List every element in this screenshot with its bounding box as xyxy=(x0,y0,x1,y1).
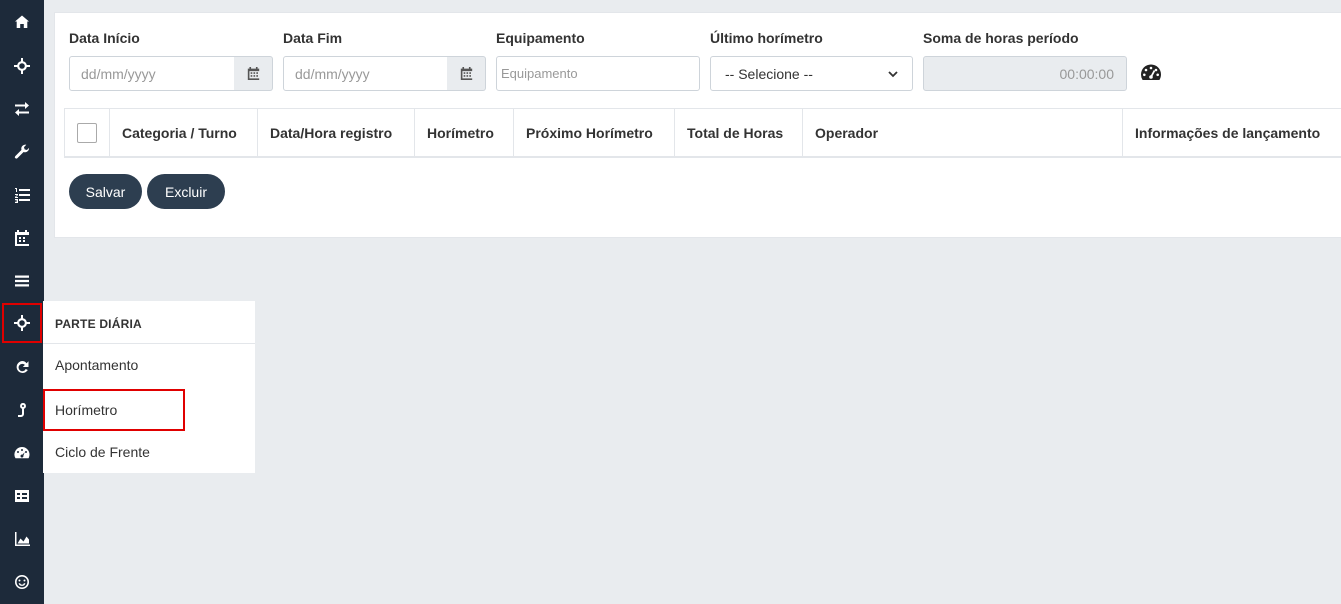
data-fim-label: Data Fim xyxy=(283,30,343,46)
soma-horas-field: 00:00:00 xyxy=(923,56,1127,91)
list-ol-icon[interactable] xyxy=(0,175,44,215)
menu-item-apontamento[interactable]: Apontamento xyxy=(43,344,255,386)
smile-icon[interactable] xyxy=(0,562,44,602)
column-header[interactable]: Próximo Horímetro xyxy=(513,109,675,157)
wrench-icon[interactable] xyxy=(0,132,44,172)
parte-diaria-menu: PARTE DIÁRIA Apontamento Horímetro Ciclo… xyxy=(43,301,255,473)
column-header[interactable]: Operador xyxy=(802,109,1123,157)
column-header[interactable]: Informações de lançamento xyxy=(1122,109,1341,157)
column-header[interactable]: Categoria / Turno xyxy=(109,109,258,157)
sidebar xyxy=(0,0,44,604)
redo-icon[interactable] xyxy=(0,347,44,387)
column-header[interactable]: Horímetro xyxy=(414,109,514,157)
dashboard-icon[interactable] xyxy=(0,433,44,473)
table-header: Categoria / Turno Data/Hora registro Hor… xyxy=(64,108,1341,158)
home-icon[interactable] xyxy=(0,2,44,42)
soma-horas-label: Soma de horas período xyxy=(923,30,1079,46)
data-inicio-label: Data Início xyxy=(69,30,140,46)
ultimo-horimetro-value: -- Selecione -- xyxy=(725,65,813,82)
calendar-icon[interactable] xyxy=(0,218,44,258)
bars-icon[interactable] xyxy=(0,261,44,301)
chevron-down-icon xyxy=(888,70,898,77)
menu-item-ciclo-de-frente[interactable]: Ciclo de Frente xyxy=(43,431,255,473)
select-all-cell xyxy=(64,109,110,157)
column-header[interactable]: Data/Hora registro xyxy=(257,109,415,157)
crosshair-icon[interactable] xyxy=(0,46,44,86)
menu-title: PARTE DIÁRIA xyxy=(55,317,142,331)
exchange-icon[interactable] xyxy=(0,89,44,129)
dashboard-icon[interactable] xyxy=(1140,63,1162,83)
horimetro-panel: Data Início dd/mm/yyyy Data Fim dd/mm/yy… xyxy=(54,12,1341,238)
select-all-checkbox[interactable] xyxy=(77,123,97,143)
ultimo-horimetro-select[interactable]: -- Selecione -- xyxy=(710,56,913,91)
equipamento-label: Equipamento xyxy=(496,30,585,46)
crosshair-icon[interactable] xyxy=(2,303,42,343)
area-chart-icon[interactable] xyxy=(0,519,44,559)
equipamento-input[interactable]: Equipamento xyxy=(496,56,700,91)
data-fim-input[interactable]: dd/mm/yyyy xyxy=(283,56,448,91)
menu-item-horimetro[interactable]: Horímetro xyxy=(43,389,185,431)
column-header[interactable]: Total de Horas xyxy=(674,109,803,157)
save-button[interactable]: Salvar xyxy=(69,174,142,209)
pin-icon[interactable] xyxy=(0,390,44,430)
data-inicio-input[interactable]: dd/mm/yyyy xyxy=(69,56,235,91)
delete-button[interactable]: Excluir xyxy=(147,174,225,209)
calendar-icon[interactable] xyxy=(234,56,273,91)
ultimo-horimetro-label: Último horímetro xyxy=(710,30,823,46)
table-icon[interactable] xyxy=(0,476,44,516)
calendar-icon[interactable] xyxy=(447,56,486,91)
